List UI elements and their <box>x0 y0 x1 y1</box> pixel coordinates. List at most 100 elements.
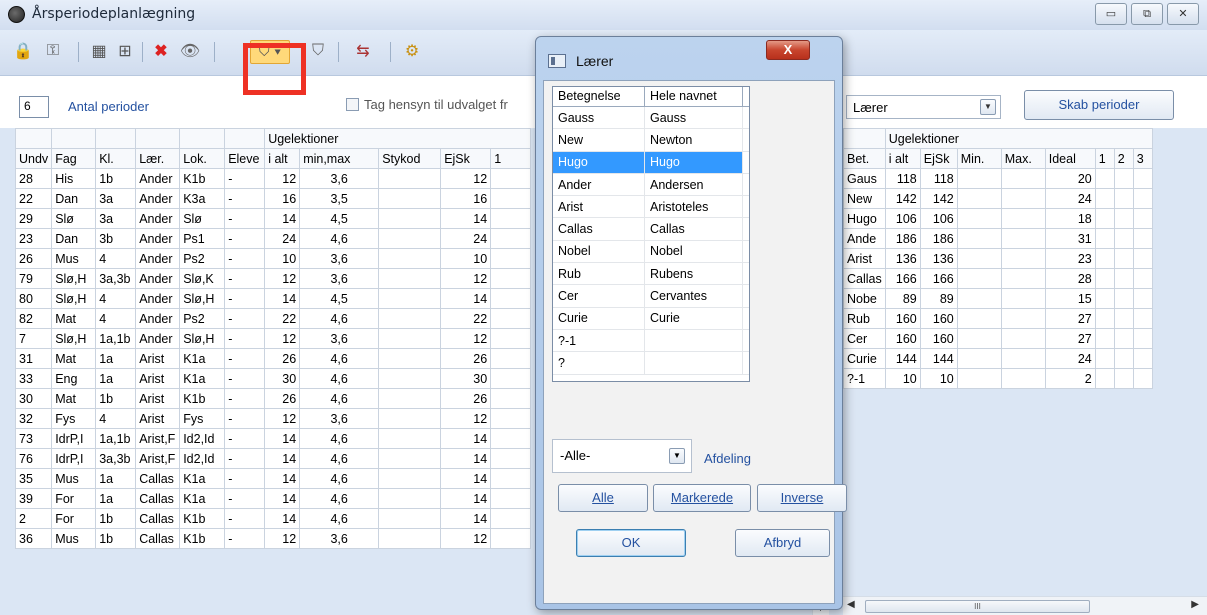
table-cell[interactable] <box>1113 188 1134 209</box>
table-cell[interactable]: 12 <box>264 168 301 189</box>
table-cell[interactable]: 12 <box>264 408 301 429</box>
table-cell[interactable]: 166 <box>884 268 921 289</box>
table-cell[interactable] <box>490 308 532 329</box>
list-item[interactable]: Cer Cervantes <box>553 285 749 308</box>
list-item[interactable]: ?-1 <box>553 329 749 353</box>
markerede-button[interactable]: Markerede <box>653 484 751 512</box>
table-cell[interactable]: 3a <box>95 208 137 229</box>
table-cell[interactable] <box>490 228 532 249</box>
table-cell[interactable]: Callas <box>135 508 181 529</box>
column-header[interactable]: Kl. <box>95 148 137 169</box>
table-cell[interactable]: Ander <box>135 328 181 349</box>
table-cell[interactable] <box>1094 368 1115 389</box>
table-cell[interactable]: 14 <box>264 468 301 489</box>
table-cell[interactable]: 10 <box>884 368 921 389</box>
table-cell[interactable]: 4,6 <box>299 228 380 249</box>
table-cell[interactable]: Id2,Id <box>179 428 226 449</box>
table-cell[interactable]: 24 <box>1044 188 1096 209</box>
table-cell[interactable]: 28 <box>1044 268 1096 289</box>
table-cell[interactable]: 166 <box>919 268 958 289</box>
table-cell[interactable]: 118 <box>919 168 958 189</box>
table-cell[interactable]: Ander <box>135 228 181 249</box>
table-cell[interactable]: 30 <box>14 388 53 409</box>
table-cell[interactable]: 80 <box>14 288 53 309</box>
table-cell[interactable]: - <box>224 468 266 489</box>
filter-clear-icon[interactable]: ⛉ <box>306 38 330 64</box>
table-cell[interactable]: 3a <box>95 188 137 209</box>
table-cell[interactable] <box>956 228 1002 249</box>
table-cell[interactable]: 4 <box>95 288 137 309</box>
table-cell[interactable] <box>490 368 532 389</box>
table-cell[interactable]: 14 <box>264 488 301 509</box>
table-cell[interactable]: 1b <box>95 168 137 189</box>
table-row[interactable]: 36 Mus 1b Callas K1b -12 3,6 12 <box>14 528 532 549</box>
table-row[interactable]: Nobe 89 89 15 <box>843 288 1153 309</box>
table-cell[interactable]: 3,6 <box>299 168 380 189</box>
table-cell[interactable]: 24 <box>1044 348 1096 369</box>
table-cell[interactable]: K3a <box>179 188 226 209</box>
table-cell[interactable]: Mus <box>51 468 97 489</box>
table-cell[interactable]: 4 <box>95 408 137 429</box>
table-cell[interactable] <box>1094 348 1115 369</box>
table-cell[interactable] <box>490 428 532 449</box>
table-cell[interactable] <box>490 468 532 489</box>
table-cell[interactable]: - <box>224 348 266 369</box>
table-row[interactable]: 35 Mus 1a Callas K1a -14 4,6 14 <box>14 468 532 489</box>
column-header[interactable]: Lær. <box>135 148 181 169</box>
table-cell[interactable] <box>490 208 532 229</box>
table-cell[interactable] <box>490 268 532 289</box>
table-cell[interactable]: 14 <box>264 288 301 309</box>
table-cell[interactable]: 4,6 <box>299 348 380 369</box>
table-cell[interactable] <box>1000 208 1046 229</box>
table-cell[interactable] <box>490 188 532 209</box>
table-cell[interactable]: - <box>224 368 266 389</box>
table-cell[interactable]: 12 <box>264 528 301 549</box>
table-cell[interactable]: 3a,3b <box>95 448 137 469</box>
chevron-down-icon[interactable]: ▼ <box>669 448 685 464</box>
inverse-button[interactable]: Inverse <box>757 484 847 512</box>
table-cell[interactable]: - <box>224 388 266 409</box>
table-cell[interactable]: Slø,H <box>51 288 97 309</box>
table-row[interactable]: 28 His 1b Ander K1b -12 3,6 12 <box>14 168 532 189</box>
table-cell[interactable] <box>378 208 442 229</box>
table-row[interactable]: 30 Mat 1b Arist K1b -26 4,6 26 <box>14 388 532 409</box>
table-cell[interactable]: Mat <box>51 308 97 329</box>
column-header[interactable]: Min. <box>956 148 1002 169</box>
table-cell[interactable]: 31 <box>14 348 53 369</box>
table-cell[interactable]: 32 <box>14 408 53 429</box>
table-cell[interactable]: Ander <box>135 268 181 289</box>
table-cell[interactable]: K1a <box>179 368 226 389</box>
calculator-icon[interactable]: ▦ <box>88 38 110 64</box>
resource-select[interactable]: Lærer ▼ <box>846 95 1001 119</box>
table-cell[interactable]: 4,5 <box>299 288 380 309</box>
table-cell[interactable]: 24 <box>440 228 492 249</box>
table-cell[interactable] <box>378 348 442 369</box>
column-header[interactable]: i alt <box>884 148 921 169</box>
table-cell[interactable]: 4,6 <box>299 488 380 509</box>
table-cell[interactable]: - <box>224 428 266 449</box>
table-cell[interactable]: 12 <box>264 268 301 289</box>
table-row[interactable]: Callas 166 166 28 <box>843 268 1153 289</box>
table-cell[interactable]: 160 <box>919 308 958 329</box>
table-cell[interactable]: K1a <box>179 468 226 489</box>
column-header[interactable]: EjSk <box>440 148 492 169</box>
skab-perioder-button[interactable]: Skab perioder <box>1024 90 1174 120</box>
table-cell[interactable]: Eng <box>51 368 97 389</box>
table-cell[interactable]: 20 <box>1044 168 1096 189</box>
table-row[interactable]: 82 Mat 4 Ander Ps2-22 4,6 22 <box>14 308 532 329</box>
table-cell[interactable]: Ander <box>135 188 181 209</box>
table-cell[interactable] <box>1094 288 1115 309</box>
table-cell[interactable] <box>378 288 442 309</box>
column-header-betegnelse[interactable]: Betegnelse <box>553 87 645 106</box>
table-cell[interactable]: 3a,3b <box>95 268 137 289</box>
table-cell[interactable]: 7 <box>14 328 53 349</box>
table-cell[interactable]: 15 <box>1044 288 1096 309</box>
table-cell[interactable]: - <box>224 248 266 269</box>
table-cell[interactable]: 4,6 <box>299 388 380 409</box>
table-cell[interactable]: 27 <box>1044 328 1096 349</box>
table-row[interactable]: 7 Slø,H 1a,1b Ander Slø,H -12 3,6 12 <box>14 328 532 349</box>
table-cell[interactable] <box>378 248 442 269</box>
table-cell[interactable] <box>378 528 442 549</box>
list-item[interactable]: Curie Curie <box>553 307 749 330</box>
table-cell[interactable]: 12 <box>440 268 492 289</box>
